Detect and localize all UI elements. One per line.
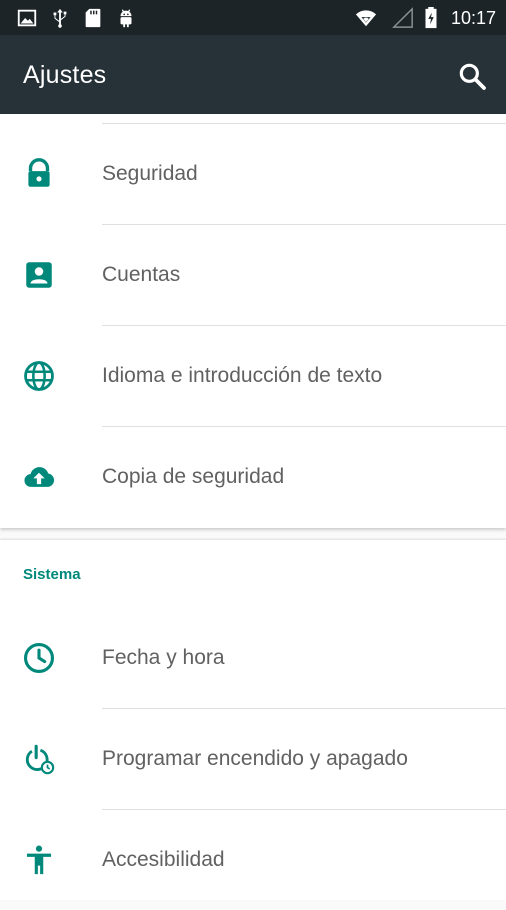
account-icon	[22, 258, 56, 292]
settings-item-label: Idioma e introducción de texto	[102, 364, 383, 387]
status-bar: 10:17	[0, 0, 506, 35]
cloud-upload-icon	[22, 460, 56, 494]
settings-item-label: Copia de seguridad	[102, 465, 285, 488]
settings-section-system: Sistema Fecha y hora Programar encendido…	[0, 540, 506, 900]
settings-item-date-time[interactable]: Fecha y hora	[0, 608, 506, 708]
signal-icon	[392, 7, 414, 29]
app-bar: Ajustes	[0, 35, 506, 114]
android-icon	[115, 7, 137, 29]
settings-item-label: Fecha y hora	[102, 646, 225, 669]
settings-item-label: Cuentas	[102, 263, 181, 286]
settings-item-language[interactable]: Idioma e introducción de texto	[0, 326, 506, 426]
status-time: 10:17	[450, 8, 496, 28]
settings-item-label: Seguridad	[102, 162, 198, 185]
settings-item-security[interactable]: Seguridad	[0, 124, 506, 224]
page-title: Ajustes	[23, 61, 107, 89]
settings-item-accounts[interactable]: Cuentas	[0, 225, 506, 325]
search-icon[interactable]	[456, 60, 488, 92]
power-schedule-icon	[22, 742, 56, 776]
settings-item-label: Programar encendido y apagado	[102, 747, 408, 770]
section-header: Sistema	[23, 566, 81, 583]
image-icon	[16, 7, 38, 29]
clock-icon	[22, 641, 56, 675]
lock-icon	[22, 157, 56, 191]
accessibility-icon	[22, 843, 56, 877]
settings-item-accessibility[interactable]: Accesibilidad	[0, 810, 506, 910]
battery-icon	[423, 7, 439, 29]
usb-icon	[49, 7, 71, 29]
sd-card-icon	[82, 7, 104, 29]
wifi-icon	[353, 7, 379, 29]
settings-item-backup[interactable]: Copia de seguridad	[0, 427, 506, 527]
settings-item-power-schedule[interactable]: Programar encendido y apagado	[0, 709, 506, 809]
settings-item-label: Accesibilidad	[102, 848, 225, 871]
globe-icon	[22, 359, 56, 393]
settings-section-personal: Seguridad Cuentas Idioma e introducción …	[0, 114, 506, 528]
